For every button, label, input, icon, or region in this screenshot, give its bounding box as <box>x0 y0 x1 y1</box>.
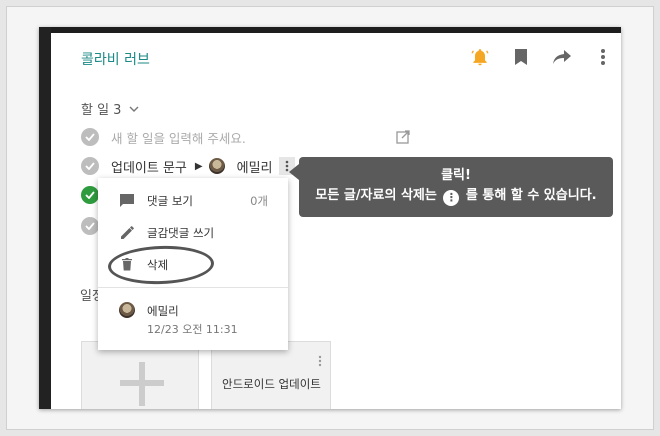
todo-item[interactable]: 업데이트 문구 ▶ 에밀리 <box>81 156 295 176</box>
menu-item-delete[interactable]: 삭제 <box>98 251 288 277</box>
todo-item[interactable] <box>81 185 99 205</box>
pencil-icon <box>118 223 136 241</box>
menu-divider <box>98 287 288 288</box>
menu-item-write-reply[interactable]: 글감댓글 쓰기 <box>98 219 288 245</box>
author-name: 에밀리 <box>147 304 179 318</box>
check-circle-icon[interactable] <box>81 186 99 204</box>
schedule-card[interactable]: 안드로이드 업데이트 <box>211 341 331 409</box>
author-timestamp: 12/23 오전 11:31 <box>147 323 238 336</box>
tooltip: 클릭! 모든 글/자료의 삭제는 ⋮ 를 통해 할 수 있습니다. <box>299 157 613 217</box>
todo-section-header[interactable]: 할 일 3 <box>81 99 139 118</box>
add-card[interactable] <box>81 341 199 409</box>
tooltip-arrow <box>289 164 299 180</box>
bookmark-icon[interactable] <box>511 47 531 67</box>
more-vert-icon: ⋮ <box>443 190 460 206</box>
todo-count-label: 할 일 3 <box>81 103 122 118</box>
tooltip-body: 모든 글/자료의 삭제는 ⋮ 를 통해 할 수 있습니다. <box>315 188 597 206</box>
trash-icon <box>118 255 136 273</box>
tooltip-title: 클릭! <box>441 168 471 183</box>
menu-item-view-comments[interactable]: 댓글 보기 0개 <box>98 187 288 213</box>
check-circle-icon[interactable] <box>81 217 99 235</box>
avatar <box>119 302 135 318</box>
more-vert-icon[interactable] <box>593 47 613 67</box>
card-more-icon[interactable] <box>318 352 322 371</box>
todo-item-text: 업데이트 문구 <box>111 160 187 176</box>
play-arrow-icon: ▶ <box>194 160 203 172</box>
comment-count: 0개 <box>250 194 268 208</box>
window-left-bar <box>39 27 51 409</box>
new-todo-input[interactable]: 새 할 일을 입력해 주세요. <box>111 128 246 147</box>
avatar <box>208 158 225 174</box>
todo-item-user: 에밀리 <box>236 160 273 176</box>
bell-icon[interactable] <box>470 47 490 67</box>
menu-author-info: 에밀리 <box>98 297 288 323</box>
check-circle-icon <box>81 128 99 146</box>
todo-item[interactable] <box>81 216 99 236</box>
card-title: 안드로이드 업데이트 <box>222 377 321 391</box>
edit-icon[interactable] <box>396 129 410 148</box>
window-top-bar <box>39 27 621 33</box>
share-icon[interactable] <box>552 47 572 67</box>
check-circle-icon[interactable] <box>81 157 99 175</box>
new-todo-row[interactable]: 새 할 일을 입력해 주세요. <box>81 127 246 147</box>
context-menu: 댓글 보기 0개 글감댓글 쓰기 삭제 에밀리 12/23 오전 11:31 <box>98 178 288 350</box>
page-title[interactable]: 콜라비 러브 <box>81 49 150 69</box>
comment-icon <box>118 191 136 209</box>
chevron-down-icon <box>129 106 139 112</box>
